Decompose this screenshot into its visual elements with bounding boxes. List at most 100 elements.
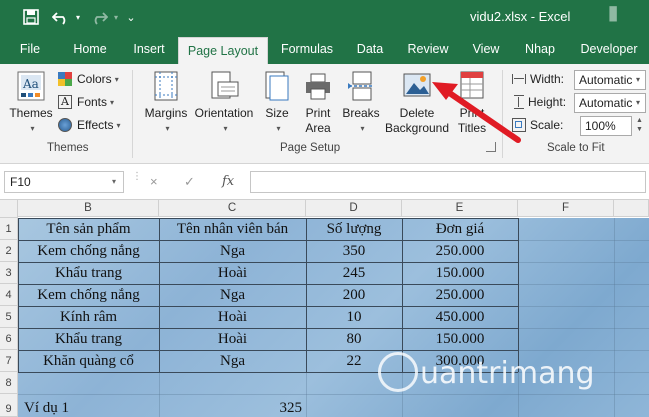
cell[interactable]: Hoài bbox=[159, 328, 306, 350]
themes-icon: Aa bbox=[17, 71, 45, 101]
tab-developer[interactable]: Developer bbox=[572, 34, 646, 64]
name-box-dropdown-icon[interactable]: ▾ bbox=[112, 177, 116, 186]
row-header-3[interactable]: 3 bbox=[0, 262, 18, 284]
column-header-c[interactable]: C bbox=[159, 200, 306, 217]
cell[interactable]: 200 bbox=[306, 284, 402, 306]
tab-data[interactable]: Data bbox=[348, 34, 392, 64]
cell[interactable]: Kem chống nắng bbox=[18, 284, 159, 306]
select-all-corner[interactable] bbox=[0, 200, 18, 218]
cell[interactable]: Tên nhân viên bán bbox=[159, 218, 306, 240]
cell[interactable]: 10 bbox=[306, 306, 402, 328]
print-titles-button[interactable]: Print Titles bbox=[452, 70, 492, 136]
tab-home[interactable]: Home bbox=[62, 34, 118, 64]
margins-dropdown-icon: ▾ bbox=[165, 124, 170, 133]
cell[interactable]: 350 bbox=[306, 240, 402, 262]
scale-spinner[interactable]: 100% bbox=[580, 116, 632, 136]
cell[interactable]: 245 bbox=[306, 262, 402, 284]
column-header-b[interactable]: B bbox=[18, 200, 159, 217]
margins-button[interactable]: Margins ▾ bbox=[140, 70, 192, 136]
cell[interactable]: Khẩu trang bbox=[18, 328, 159, 350]
undo-dropdown-icon[interactable]: ▾ bbox=[73, 7, 83, 27]
column-header-f[interactable]: F bbox=[518, 200, 614, 217]
height-dropdown-icon[interactable]: ▾ bbox=[631, 94, 645, 112]
row-header-1[interactable]: 1 bbox=[0, 218, 18, 240]
formula-input[interactable] bbox=[250, 171, 646, 193]
cell[interactable]: Nga bbox=[159, 350, 306, 372]
title-bar: ▾ ▾ ⌄ vidu2.xlsx - Excel ▮ bbox=[0, 0, 649, 34]
height-select[interactable]: Automatic ▾ bbox=[574, 93, 646, 113]
group-separator bbox=[132, 70, 133, 158]
page-setup-launcher-icon[interactable] bbox=[486, 142, 496, 152]
undo-icon[interactable] bbox=[50, 7, 72, 27]
cell[interactable]: Kem chống nắng bbox=[18, 240, 159, 262]
orientation-icon bbox=[211, 71, 239, 99]
cell[interactable]: Ví dụ 1 bbox=[24, 394, 144, 417]
width-select[interactable]: Automatic ▾ bbox=[574, 70, 646, 90]
column-header-e[interactable]: E bbox=[402, 200, 518, 217]
row-header-9[interactable]: 9 bbox=[0, 394, 18, 417]
colors-button[interactable]: Colors ▾ bbox=[58, 70, 119, 88]
save-icon[interactable] bbox=[20, 7, 42, 27]
fonts-button[interactable]: A Fonts ▾ bbox=[58, 93, 114, 111]
cell[interactable]: Đơn giá bbox=[402, 218, 518, 240]
width-dropdown-icon[interactable]: ▾ bbox=[631, 71, 645, 89]
cell[interactable]: Nga bbox=[159, 240, 306, 262]
group-separator bbox=[502, 70, 503, 158]
cell[interactable]: 450.000 bbox=[402, 306, 518, 328]
cell[interactable]: 250.000 bbox=[402, 284, 518, 306]
row-header-8[interactable]: 8 bbox=[0, 372, 18, 394]
scale-label: Scale: bbox=[530, 118, 564, 132]
cell[interactable]: Số lượng bbox=[306, 218, 402, 240]
cell[interactable]: 80 bbox=[306, 328, 402, 350]
cell[interactable]: Hoài bbox=[159, 262, 306, 284]
orientation-button[interactable]: Orientation ▾ bbox=[192, 70, 256, 136]
redo-dropdown-icon[interactable]: ▾ bbox=[111, 7, 121, 27]
tab-page-layout[interactable]: Page Layout bbox=[178, 37, 268, 64]
themes-group-label: Themes bbox=[47, 142, 89, 154]
effects-label: Effects bbox=[77, 118, 114, 132]
tab-insert[interactable]: Insert bbox=[124, 34, 174, 64]
cell[interactable]: Hoài bbox=[159, 306, 306, 328]
cell[interactable]: Khẩu trang bbox=[18, 262, 159, 284]
print-area-button[interactable]: Print Area bbox=[298, 70, 338, 136]
enter-icon[interactable]: ✓ bbox=[184, 171, 195, 193]
breaks-button[interactable]: Breaks ▾ bbox=[340, 70, 382, 136]
size-label: Size bbox=[265, 106, 289, 120]
watermark-bar: ▮ bbox=[607, 2, 619, 24]
print-titles-label: Print Titles bbox=[457, 106, 487, 135]
cell[interactable]: 150.000 bbox=[402, 328, 518, 350]
themes-button[interactable]: Aa Themes ▾ bbox=[8, 70, 54, 136]
delete-background-button[interactable]: Delete Background bbox=[384, 70, 450, 136]
tab-review[interactable]: Review bbox=[400, 34, 456, 64]
row-header-2[interactable]: 2 bbox=[0, 240, 18, 262]
column-header-g[interactable] bbox=[614, 200, 649, 217]
tab-view[interactable]: View bbox=[464, 34, 508, 64]
cell[interactable]: 250.000 bbox=[402, 240, 518, 262]
cancel-icon[interactable]: × bbox=[150, 171, 158, 193]
row-header-4[interactable]: 4 bbox=[0, 284, 18, 306]
customize-toolbar-icon[interactable]: ⌄ bbox=[124, 7, 138, 27]
cell[interactable]: Kính râm bbox=[18, 306, 159, 328]
name-box[interactable]: F10 bbox=[4, 171, 124, 193]
row-header-6[interactable]: 6 bbox=[0, 328, 18, 350]
tab-nhap[interactable]: Nhap bbox=[516, 34, 564, 64]
scale-spinner-arrows-icon[interactable]: ▲ ▼ bbox=[633, 116, 646, 136]
formula-bar-grip-icon[interactable]: ⋮ bbox=[132, 172, 142, 182]
row-header-7[interactable]: 7 bbox=[0, 350, 18, 372]
cell[interactable]: Khăn quàng cổ bbox=[18, 350, 159, 372]
cell[interactable]: 325 bbox=[159, 394, 303, 417]
cell[interactable]: Tên sản phẩm bbox=[18, 218, 159, 240]
tab-file[interactable]: File bbox=[8, 34, 52, 64]
effects-button[interactable]: Effects ▾ bbox=[58, 116, 120, 134]
page-setup-group-label: Page Setup bbox=[280, 142, 341, 154]
gridline bbox=[614, 218, 615, 417]
worksheet-grid[interactable]: B C D E F 123456789 Tên sản phẩm Tên nhân… bbox=[0, 200, 649, 417]
cell[interactable]: Nga bbox=[159, 284, 306, 306]
row-header-5[interactable]: 5 bbox=[0, 306, 18, 328]
redo-icon[interactable] bbox=[88, 7, 110, 27]
size-button[interactable]: Size ▾ bbox=[260, 70, 294, 136]
cell[interactable]: 150.000 bbox=[402, 262, 518, 284]
tab-formulas[interactable]: Formulas bbox=[276, 34, 338, 64]
insert-function-icon[interactable]: fx bbox=[222, 171, 234, 193]
column-header-d[interactable]: D bbox=[306, 200, 402, 217]
